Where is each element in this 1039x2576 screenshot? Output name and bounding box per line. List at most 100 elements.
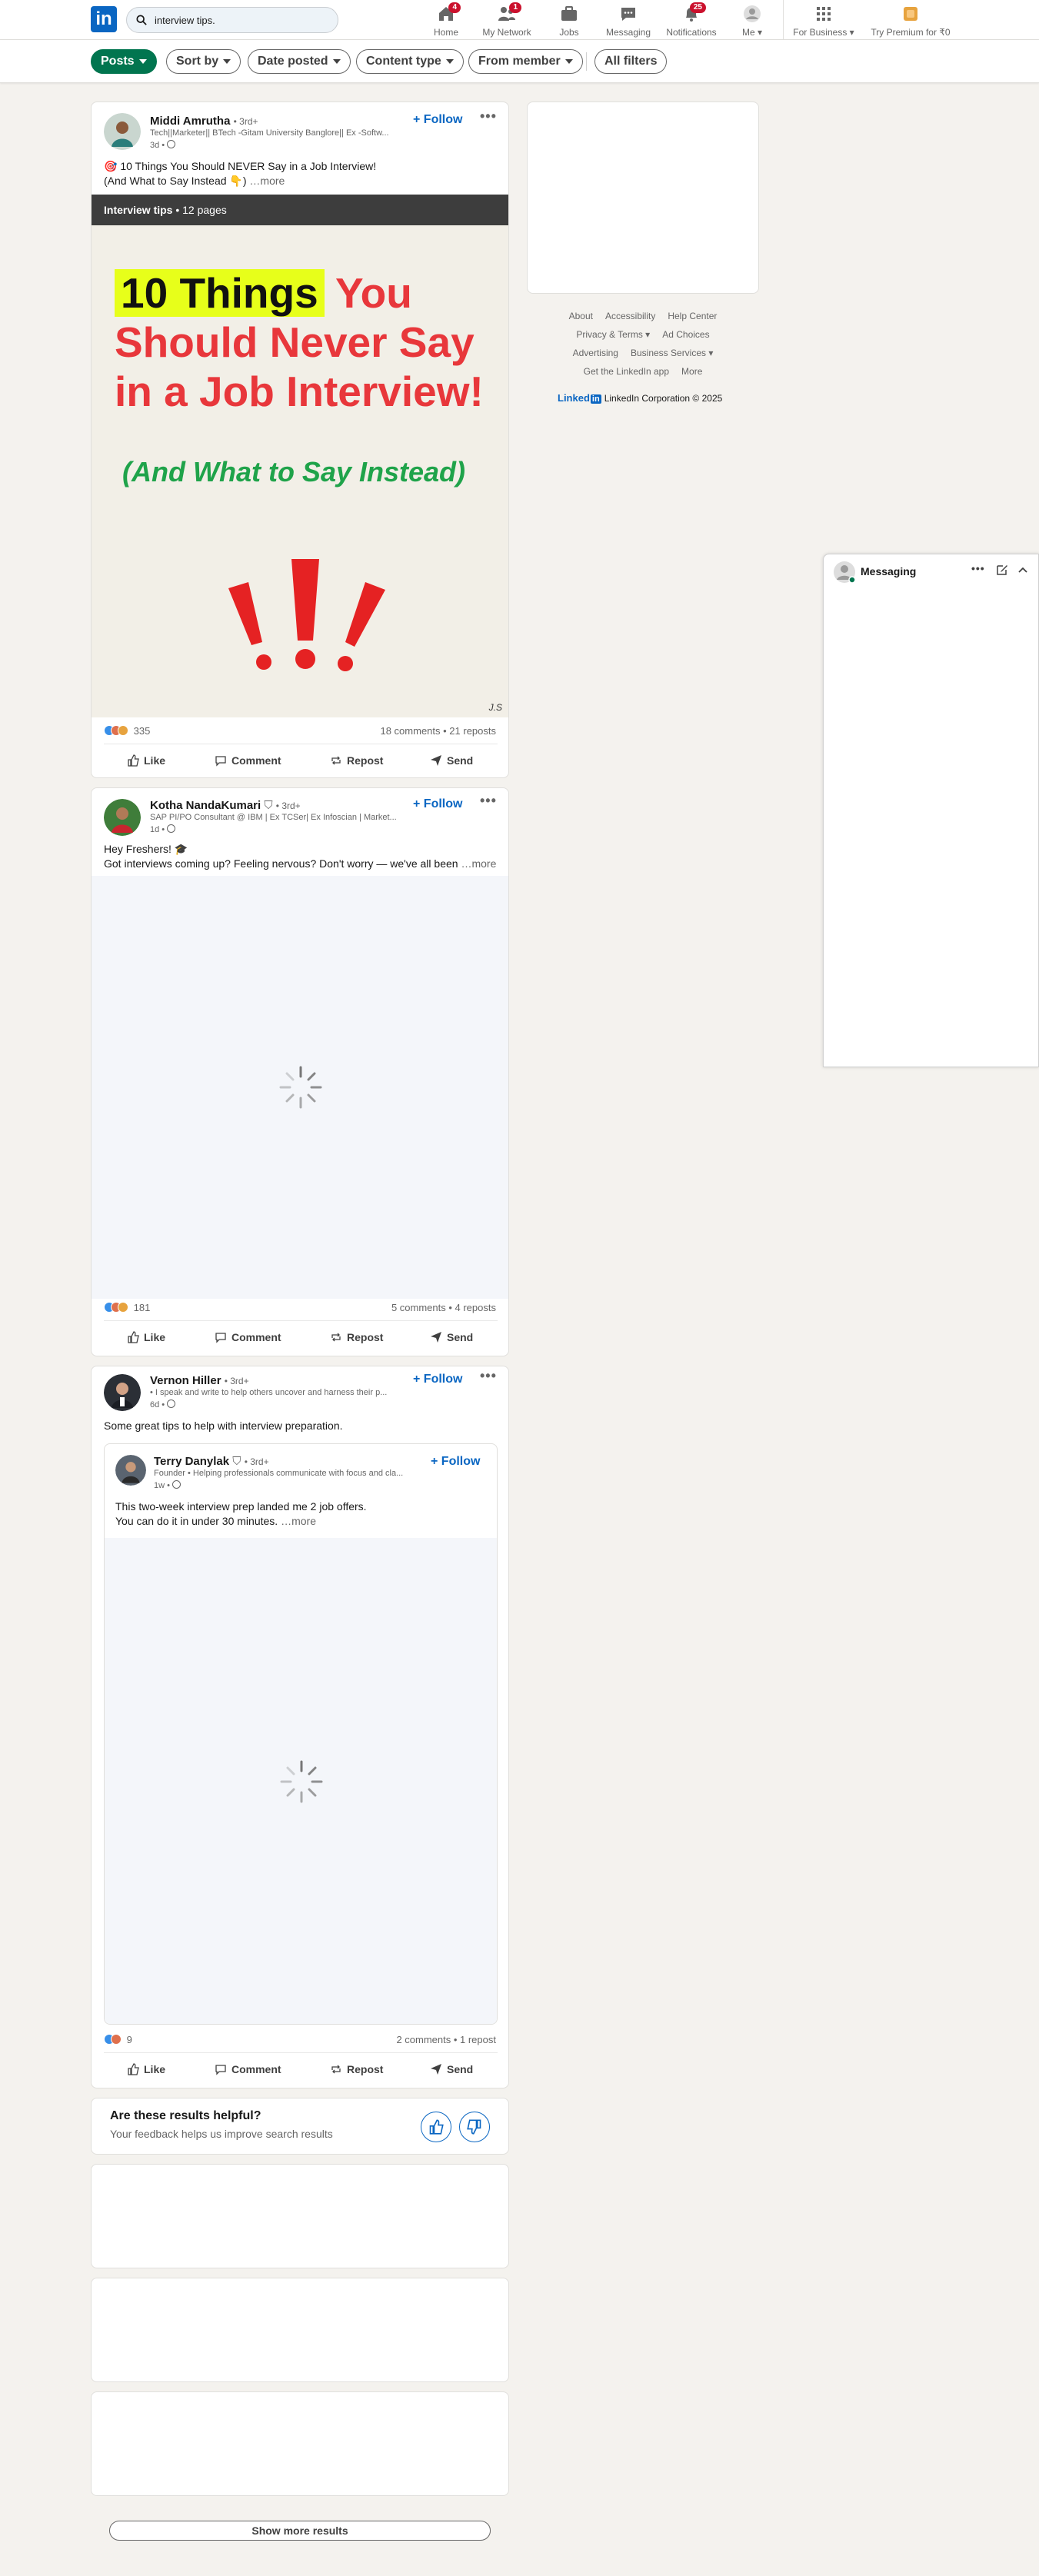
avatar[interactable] (115, 1455, 146, 1486)
feedback-card: Are these results helpful? Your feedback… (91, 2098, 509, 2155)
nav-my-network-label: My Network (482, 27, 531, 38)
nav-try-premium[interactable]: Try Premium for ₹0 (867, 3, 954, 38)
more-options-icon[interactable]: ••• (480, 1368, 497, 1384)
avatar[interactable] (104, 799, 141, 836)
comments-reposts-count[interactable]: 2 comments • 1 repost (396, 2034, 496, 2045)
send-button[interactable]: Send (430, 2063, 473, 2075)
thumbs-up-icon (128, 754, 139, 767)
comment-button[interactable]: Comment (215, 1331, 281, 1343)
comments-reposts-count[interactable]: 5 comments • 4 reposts (391, 1302, 496, 1313)
reaction-count[interactable]: 335 (104, 725, 150, 737)
like-button[interactable]: Like (127, 754, 165, 767)
footer-link[interactable]: About (569, 311, 593, 321)
comment-button[interactable]: Comment (215, 754, 281, 767)
post-author[interactable]: Vernon Hiller • 3rd+ (150, 1374, 249, 1387)
footer-link[interactable]: Get the LinkedIn app (584, 366, 669, 377)
globe-icon (167, 1399, 176, 1408)
filter-from-member[interactable]: From member (468, 49, 583, 74)
post-time: 6d • (150, 1399, 176, 1409)
show-more-results-button[interactable]: Show more results (109, 2521, 491, 2541)
search-box[interactable] (126, 7, 338, 33)
send-button[interactable]: Send (430, 754, 473, 767)
thumbs-down-feedback-button[interactable] (459, 2112, 490, 2142)
footer-link[interactable]: Help Center (668, 311, 717, 321)
divider (104, 2052, 498, 2053)
nav-me-label: Me ▾ (741, 27, 763, 38)
filter-sort-by[interactable]: Sort by (166, 49, 241, 74)
document-title-bar: Interview tips • 12 pages (92, 195, 508, 225)
nav-jobs[interactable]: Jobs (554, 3, 584, 38)
grid-icon (814, 5, 833, 23)
see-more-link[interactable]: …more (249, 175, 285, 187)
follow-button[interactable]: + Follow (413, 797, 462, 811)
like-button[interactable]: Like (127, 2063, 165, 2075)
nav-jobs-label: Jobs (559, 27, 579, 38)
comments-reposts-count[interactable]: 18 comments • 21 reposts (380, 725, 496, 737)
repost-button[interactable]: Repost (330, 1331, 383, 1343)
document-subheading: (And What to Say Instead) (122, 456, 466, 488)
avatar[interactable] (104, 1374, 141, 1411)
people-icon: 1 (498, 2, 521, 23)
nav-me[interactable]: Me ▾ (737, 3, 768, 38)
messaging-panel[interactable]: Messaging ••• (823, 554, 1039, 1067)
nav-notifications[interactable]: 25 Notifications (664, 2, 719, 38)
footer-row: About Accessibility Help Center (527, 311, 759, 321)
media-loading-placeholder (92, 876, 508, 1299)
follow-button[interactable]: + Follow (413, 1373, 462, 1386)
follow-button[interactable]: + Follow (431, 1455, 480, 1469)
caret-down-icon (138, 58, 147, 64)
see-more-link[interactable]: …more (461, 857, 496, 870)
post-card: Vernon Hiller • 3rd+ • I speak and write… (91, 1366, 509, 2088)
search-input[interactable] (155, 8, 331, 32)
post-author[interactable]: Kotha NandaKumari ⛉ • 3rd+ (150, 799, 301, 812)
reaction-count[interactable]: 9 (104, 2034, 132, 2045)
post-author[interactable]: Middi Amrutha • 3rd+ (150, 115, 258, 128)
avatar[interactable] (104, 113, 141, 150)
caret-down-icon (332, 58, 341, 64)
more-options-icon[interactable]: ••• (480, 108, 497, 125)
avatar[interactable] (833, 561, 856, 584)
copyright: Linked in LinkedIn Corporation © 2025 (558, 392, 723, 404)
footer-link[interactable]: More (681, 366, 702, 377)
footer-link[interactable]: Privacy & Terms ▾ (576, 329, 650, 340)
footer-link[interactable]: Advertising (573, 348, 618, 358)
globe-icon (167, 140, 176, 148)
filter-posts[interactable]: Posts (91, 49, 157, 74)
nav-home[interactable]: 4 Home (431, 2, 461, 38)
document-page[interactable]: 10 Things You Should Never Say in a Job … (92, 225, 508, 717)
document-signature: J.S (488, 702, 502, 713)
footer-link[interactable]: Accessibility (605, 311, 655, 321)
post-text: 🎯 10 Things You Should NEVER Say in a Jo… (104, 160, 377, 187)
chevron-up-icon[interactable] (1017, 565, 1028, 574)
thumbs-up-feedback-button[interactable] (421, 2112, 451, 2142)
see-more-link[interactable]: …more (281, 1515, 316, 1527)
footer-link[interactable]: Business Services ▾ (631, 348, 713, 358)
compose-icon[interactable] (996, 564, 1008, 576)
repost-button[interactable]: Repost (330, 2063, 383, 2075)
nav-notifications-label: Notifications (666, 27, 717, 38)
filter-content-type[interactable]: Content type (356, 49, 464, 74)
linkedin-logo[interactable]: in (91, 6, 117, 32)
reshared-author[interactable]: Terry Danylak ⛉ • 3rd+ (154, 1455, 269, 1468)
nav-messaging-label: Messaging (605, 27, 651, 38)
nav-my-network[interactable]: 1 My Network (479, 2, 534, 38)
exclamation-marks-icon (228, 559, 385, 671)
filter-date-posted[interactable]: Date posted (248, 49, 351, 74)
like-button[interactable]: Like (127, 1331, 165, 1343)
reshared-post-text: This two-week interview prep landed me 2… (115, 1500, 367, 1527)
search-filter-bar: Posts Sort by Date posted Content type F… (0, 40, 1039, 83)
loading-spinner-icon (279, 1066, 322, 1109)
reaction-count[interactable]: 181 (104, 1302, 150, 1313)
repost-button[interactable]: Repost (330, 754, 383, 767)
follow-button[interactable]: + Follow (413, 113, 462, 127)
post-card: Middi Amrutha • 3rd+ Tech||Marketer|| BT… (91, 102, 509, 778)
send-button[interactable]: Send (430, 1331, 473, 1343)
filter-all-filters[interactable]: All filters (594, 49, 668, 74)
reshared-post[interactable]: Terry Danylak ⛉ • 3rd+ Founder • Helping… (104, 1443, 498, 2025)
footer-link[interactable]: Ad Choices (662, 329, 709, 340)
comment-button[interactable]: Comment (215, 2063, 281, 2075)
more-options-icon[interactable]: ••• (480, 793, 497, 809)
nav-messaging[interactable]: Messaging (605, 3, 651, 38)
more-options-icon[interactable]: ••• (971, 562, 985, 574)
nav-for-business[interactable]: For Business ▾ (792, 3, 855, 38)
